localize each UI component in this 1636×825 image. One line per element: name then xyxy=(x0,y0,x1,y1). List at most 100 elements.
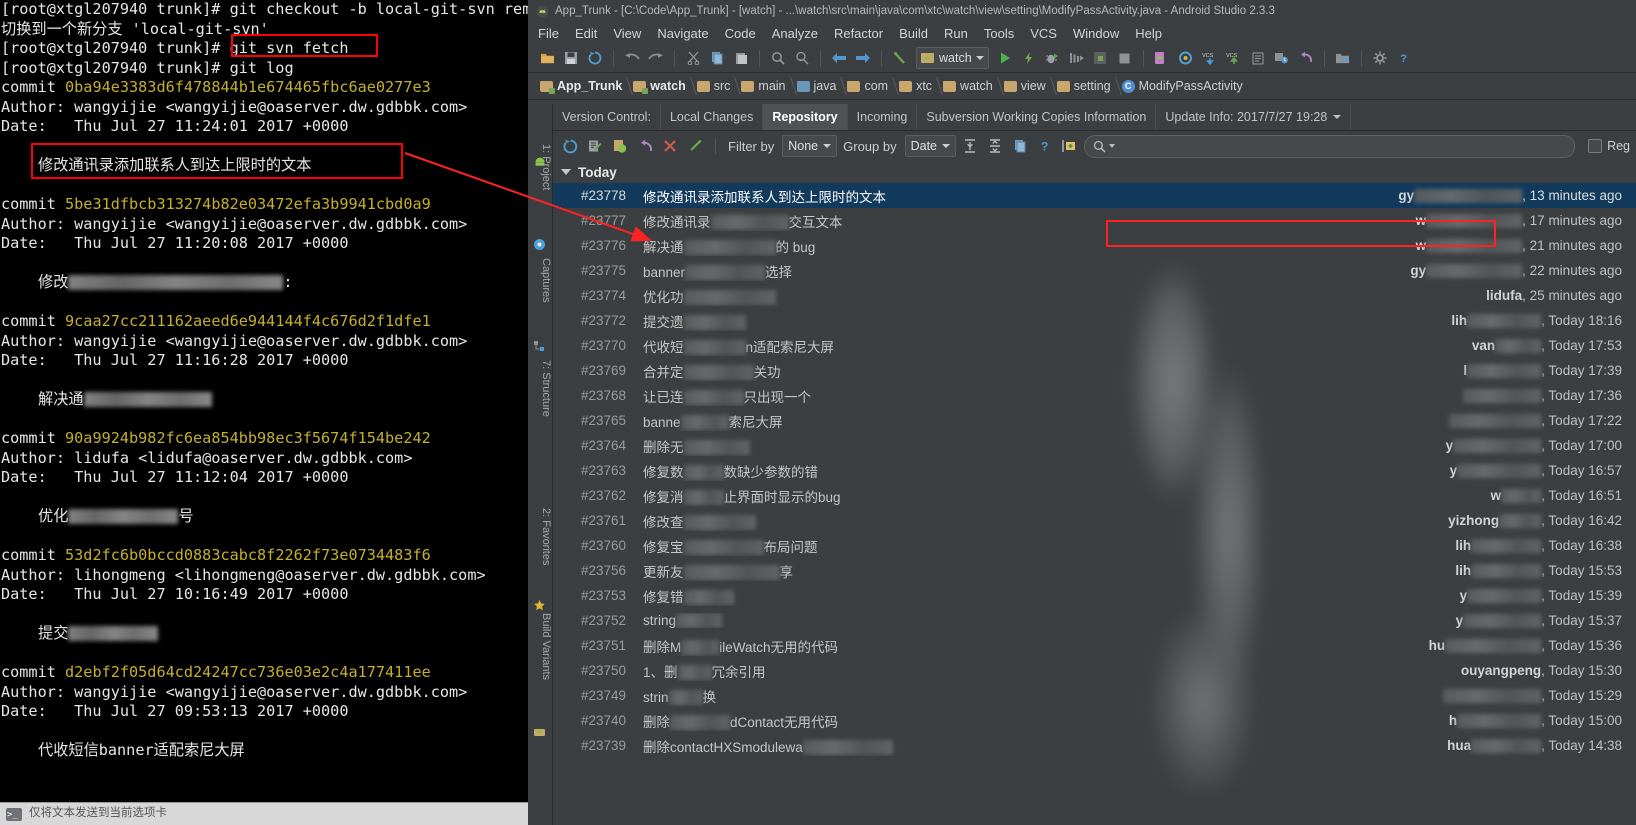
commit-row[interactable]: #23769 合并定 关功 l, Today 17:39 xyxy=(553,358,1636,383)
menu-item-analyze[interactable]: Analyze xyxy=(772,26,818,41)
commit-row[interactable]: #23775 banner 选择 gy, 22 minutes ago xyxy=(553,258,1636,283)
copy-icon[interactable] xyxy=(706,47,728,69)
tab-subversion-working-copies[interactable]: Subversion Working Copies Information xyxy=(917,104,1157,130)
commit-row[interactable]: #23756 更新友享 lih, Today 15:53 xyxy=(553,558,1636,583)
open-project-icon[interactable] xyxy=(536,47,558,69)
menu-item-vcs[interactable]: VCS xyxy=(1030,26,1057,41)
commit-row[interactable]: #23753 修复错 y, Today 15:39 xyxy=(553,583,1636,608)
regex-checkbox-group[interactable]: Reg xyxy=(1588,139,1630,153)
vcs-tab-bar[interactable]: Version Control: Local Changes Repositor… xyxy=(553,104,1636,131)
copy-revision-icon[interactable] xyxy=(1009,135,1031,157)
commit-row[interactable]: #23776 解决通的 bug w, 21 minutes ago xyxy=(553,233,1636,258)
commit-row[interactable]: #23765 banne 索尼大屏 , Today 17:22 xyxy=(553,408,1636,433)
tab-repository[interactable]: Repository xyxy=(763,104,848,130)
browse-changes-icon[interactable] xyxy=(609,135,631,157)
breadcrumb[interactable]: App_Trunk watch src main java com xtc wa… xyxy=(528,73,1636,100)
edit-commit-message-icon[interactable] xyxy=(584,135,606,157)
vcs-commit-icon[interactable]: VCS xyxy=(1223,47,1245,69)
breadcrumb-item-src[interactable]: src xyxy=(693,73,742,99)
breadcrumb-item-main[interactable]: main xyxy=(737,73,797,99)
menu-item-file[interactable]: File xyxy=(538,26,559,41)
commit-list[interactable]: Today #23778 修改通讯录添加联系人到达上限时的文本 gy, 13 min… xyxy=(553,161,1636,825)
project-structure-icon[interactable] xyxy=(1332,47,1354,69)
breadcrumb-item-setting[interactable]: setting xyxy=(1053,73,1122,99)
menu-item-build[interactable]: Build xyxy=(899,26,928,41)
commit-row[interactable]: #23772 提交遗 lih, Today 18:16 xyxy=(553,308,1636,333)
search-input[interactable] xyxy=(1118,138,1567,154)
chevron-down-icon[interactable] xyxy=(975,56,984,60)
commit-row[interactable]: #23752 string y, Today 15:37 xyxy=(553,608,1636,633)
redo-icon[interactable] xyxy=(645,47,667,69)
commit-row[interactable]: #23739 删除contactHXSmodulewa hua, Today 14:… xyxy=(553,733,1636,758)
avd-manager-icon[interactable] xyxy=(1151,47,1173,69)
forward-icon[interactable] xyxy=(852,47,874,69)
chevron-down-icon[interactable] xyxy=(561,169,571,175)
help-icon[interactable]: ? xyxy=(1393,47,1415,69)
commit-row[interactable]: #23740 删除 dContact无用代码 h, Today 15:00 xyxy=(553,708,1636,733)
tab-incoming[interactable]: Incoming xyxy=(848,104,918,130)
settings-gear-icon[interactable] xyxy=(1369,47,1391,69)
search-structurally-icon[interactable] xyxy=(791,47,813,69)
commit-row[interactable]: #23778 修改通讯录添加联系人到达上限时的文本 gy, 13 minutes a… xyxy=(553,183,1636,208)
menu-item-edit[interactable]: Edit xyxy=(575,26,597,41)
terminal-window[interactable]: [root@xtgl207940 trunk]# git checkout -b… xyxy=(0,0,528,825)
sidebar-item-structure[interactable]: 7: Structure xyxy=(528,356,552,417)
vcs-toolbar[interactable]: Filter by None Group by Date ? Reg xyxy=(553,131,1636,161)
search-box[interactable] xyxy=(1084,134,1576,158)
back-icon[interactable] xyxy=(828,47,850,69)
paste-icon[interactable] xyxy=(730,47,752,69)
filter-by-dropdown[interactable]: None xyxy=(782,135,838,157)
commit-row[interactable]: #23768 让已连 只出现一个 , Today 17:36 xyxy=(553,383,1636,408)
sidebar-item-project[interactable]: 1: Project xyxy=(528,140,552,190)
vcs-history-icon[interactable] xyxy=(1247,47,1269,69)
close-icon[interactable] xyxy=(659,135,681,157)
menu-item-help[interactable]: Help xyxy=(1135,26,1162,41)
show-history-icon[interactable] xyxy=(1271,47,1293,69)
tool-window-rail[interactable]: 1: Project Captures 7: Structure 2: Favo… xyxy=(528,104,553,825)
merge-info-icon[interactable] xyxy=(1059,135,1081,157)
attach-debugger-icon[interactable] xyxy=(1090,47,1112,69)
revert-icon[interactable] xyxy=(1295,47,1317,69)
commit-row[interactable]: #23774 优化功 lidufa, 25 minutes ago xyxy=(553,283,1636,308)
menu-item-code[interactable]: Code xyxy=(725,26,756,41)
sidebar-item-favorites[interactable]: 2: Favorites xyxy=(528,504,552,565)
menu-item-run[interactable]: Run xyxy=(944,26,968,41)
commit-row[interactable]: #23777 修改通讯录 交互文本 w, 17 minutes ago xyxy=(553,208,1636,233)
breadcrumb-item-xtc[interactable]: xtc xyxy=(895,73,943,99)
breadcrumb-item-com[interactable]: com xyxy=(843,73,899,99)
cut-icon[interactable] xyxy=(682,47,704,69)
commit-row[interactable]: #23750 1、删 冗余引用 ouyangpeng, Today 15:30 xyxy=(553,658,1636,683)
commit-row[interactable]: #23763 修复数 数缺少参数的错 y, Today 16:57 xyxy=(553,458,1636,483)
tab-update-info[interactable]: Update Info: 2017/7/27 19:28 xyxy=(1156,104,1352,130)
breadcrumb-item-modifypassactivity[interactable]: C ModifyPassActivity xyxy=(1118,73,1250,99)
refresh-icon[interactable] xyxy=(559,135,581,157)
sidebar-item-captures[interactable]: Captures xyxy=(528,254,552,303)
commit-rows[interactable]: #23778 修改通讯录添加联系人到达上限时的文本 gy, 13 minutes a… xyxy=(553,183,1636,758)
collapse-all-icon[interactable] xyxy=(984,135,1006,157)
commit-row[interactable]: #23749 strin 换 , Today 15:29 xyxy=(553,683,1636,708)
menu-item-refactor[interactable]: Refactor xyxy=(834,26,883,41)
breadcrumb-item-app-trunk[interactable]: App_Trunk xyxy=(536,73,634,99)
chevron-down-icon[interactable] xyxy=(823,144,832,148)
breadcrumb-item-java[interactable]: java xyxy=(793,73,848,99)
commit-row[interactable]: #23761 修改查 yizhong, Today 16:42 xyxy=(553,508,1636,533)
help-icon[interactable]: ? xyxy=(1034,135,1056,157)
regex-checkbox[interactable] xyxy=(1588,139,1603,153)
main-toolbar[interactable]: watch VCS VCS ? xyxy=(528,44,1636,73)
annotate-icon[interactable] xyxy=(684,135,706,157)
sidebar-item-build-variants[interactable]: Build Variants xyxy=(528,609,552,680)
group-by-dropdown[interactable]: Date xyxy=(904,135,957,157)
search-icon[interactable] xyxy=(767,47,789,69)
run-icon[interactable] xyxy=(994,47,1016,69)
menu-item-navigate[interactable]: Navigate xyxy=(657,26,708,41)
commit-row[interactable]: #23764 删除无 y, Today 17:00 xyxy=(553,433,1636,458)
revert-icon[interactable] xyxy=(634,135,656,157)
chevron-down-icon[interactable] xyxy=(942,144,951,148)
expand-all-icon[interactable] xyxy=(959,135,981,157)
stop-icon[interactable] xyxy=(1114,47,1136,69)
run-configuration-selector[interactable]: watch xyxy=(916,47,989,69)
last-edit-location-icon[interactable] xyxy=(889,47,911,69)
commit-row[interactable]: #23760 修复宝 布局问题 lih, Today 16:38 xyxy=(553,533,1636,558)
commit-group-header[interactable]: Today xyxy=(553,161,1636,183)
sdk-manager-icon[interactable] xyxy=(1175,47,1197,69)
